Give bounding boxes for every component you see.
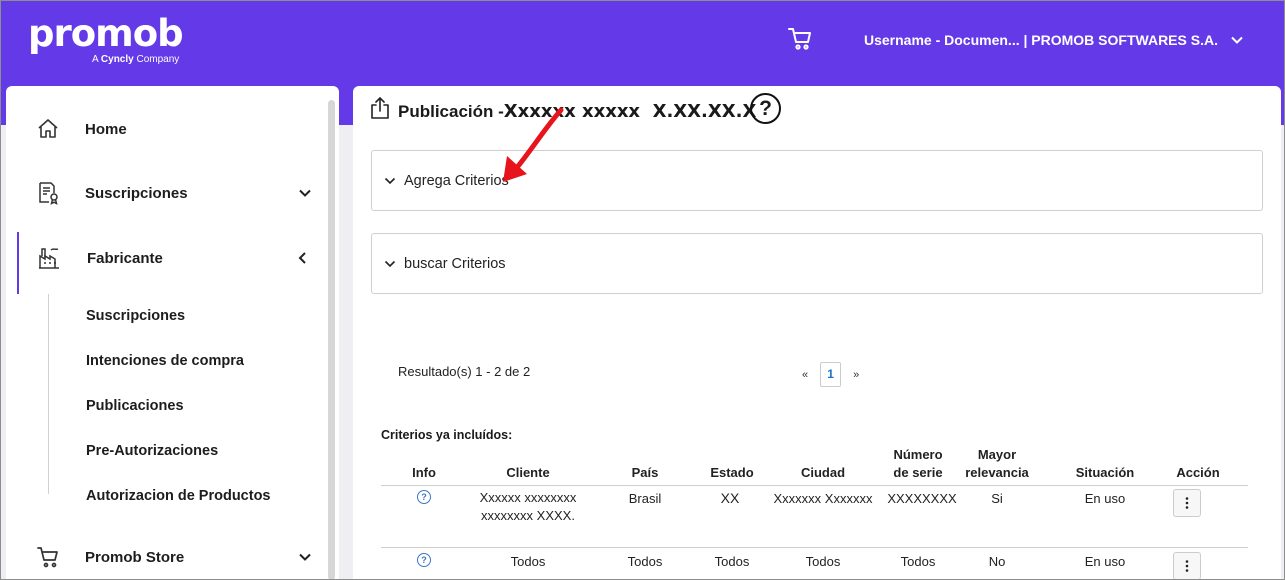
chevron-down-icon — [384, 177, 396, 185]
sidebar-item-label: Promob Store — [85, 548, 185, 566]
subscription-document-icon — [39, 182, 58, 205]
cell-estado: XX — [720, 490, 740, 506]
logo-subtitle: A Cyncly Company — [92, 54, 180, 65]
col-header-mayor-relevancia: Mayor relevancia — [965, 447, 1029, 480]
chevron-down-icon — [384, 260, 396, 268]
cell-pais: Todos — [627, 554, 663, 569]
submenu-item-pre-autorizaciones[interactable]: Pre-Autorizaciones — [86, 443, 218, 459]
submenu-item-autorizacion-de-productos[interactable]: Autorizacion de Productos — [86, 488, 271, 504]
cell-numero-serie: XXXXXXXX — [887, 491, 957, 506]
sidebar-scrollbar[interactable] — [328, 100, 335, 580]
cell-numero-serie: Todos — [900, 554, 936, 569]
submenu-item-publicaciones[interactable]: Publicaciones — [86, 398, 184, 414]
row-action-menu-button[interactable] — [1173, 552, 1201, 580]
col-header-pais: País — [631, 465, 659, 480]
factory-icon — [39, 248, 59, 269]
col-header-ciudad: Ciudad — [800, 465, 846, 480]
info-icon[interactable]: ? — [417, 490, 431, 504]
share-upload-icon — [371, 97, 389, 119]
chevron-down-icon — [299, 553, 311, 561]
cell-pais: Brasil — [628, 491, 662, 506]
results-count: Resultado(s) 1 - 2 de 2 — [398, 364, 531, 379]
col-header-estado: Estado — [710, 465, 754, 480]
sidebar-item-label: Home — [85, 120, 127, 138]
col-header-situacion: Situación — [1075, 465, 1135, 480]
page-title: Publicación -Xxxxxx xxxxx X.XX.XX.X — [398, 101, 757, 122]
help-icon[interactable]: ? — [750, 93, 781, 124]
home-icon — [38, 119, 58, 138]
table-row-divider — [381, 547, 1248, 548]
cell-ciudad: Xxxxxxx Xxxxxxx — [773, 491, 873, 506]
promob-logo[interactable]: promob A Cyncly Company — [28, 12, 184, 66]
submenu-item-suscripciones[interactable]: Suscripciones — [86, 308, 185, 324]
info-icon[interactable]: ? — [417, 553, 431, 567]
row-action-menu-button[interactable] — [1173, 489, 1201, 517]
col-header-info: Info — [412, 465, 436, 480]
accordion-label: buscar Criterios — [404, 256, 506, 272]
pagination-next[interactable]: » — [853, 369, 859, 381]
accordion-agrega-criterios[interactable]: Agrega Criterios — [371, 150, 1263, 211]
sidebar-item-label: Suscripciones — [85, 184, 188, 202]
chevron-down-icon — [299, 189, 311, 197]
col-header-accion: Acción — [1176, 465, 1220, 480]
pagination: « 1 » — [802, 362, 859, 387]
criteria-section-title: Criterios ya incluídos: — [381, 428, 513, 442]
publication-name: Xxxxxx xxxxx X.XX.XX.X — [503, 101, 757, 122]
cell-situacion: En uso — [1084, 491, 1126, 506]
table-header-divider — [381, 485, 1248, 486]
user-menu[interactable]: Username - Documen... | PROMOB SOFTWARES… — [864, 32, 1244, 48]
kebab-menu-icon — [1185, 560, 1189, 572]
sidebar-item-label: Fabricante — [87, 249, 163, 267]
sidebar-item-fabricante[interactable]: Fabricante — [6, 236, 326, 280]
submenu-guide-line — [48, 294, 49, 494]
pagination-prev[interactable]: « — [802, 369, 808, 381]
submenu-item-intenciones-de-compra[interactable]: Intenciones de compra — [86, 353, 244, 369]
chevron-down-icon — [1231, 36, 1243, 44]
accordion-buscar-criterios[interactable]: buscar Criterios — [371, 233, 1263, 294]
sidebar-item-suscripciones[interactable]: Suscripciones — [6, 171, 326, 215]
cell-estado: Todos — [714, 554, 750, 569]
cell-ciudad: Todos — [805, 554, 841, 569]
sidebar-item-promob-store[interactable]: Promob Store — [6, 535, 326, 579]
sidebar: Home Suscripciones Fabricante Suscripcio… — [6, 86, 339, 580]
col-header-numero-serie: Número de serie — [893, 447, 943, 480]
sidebar-item-home[interactable]: Home — [6, 107, 326, 151]
kebab-menu-icon — [1185, 497, 1189, 509]
cell-situacion: En uso — [1084, 554, 1126, 569]
cell-cliente: Todos — [510, 554, 546, 569]
user-label: Username - Documen... | PROMOB SOFTWARES… — [864, 32, 1218, 48]
cart-icon — [37, 547, 58, 568]
logo-text: promob — [28, 12, 184, 55]
col-header-cliente: Cliente — [506, 465, 550, 480]
chevron-left-icon — [298, 252, 306, 264]
cell-mayor-relevancia: Si — [991, 491, 1003, 506]
pagination-page-1[interactable]: 1 — [820, 362, 842, 387]
cell-mayor-relevancia: No — [988, 554, 1006, 569]
cart-icon[interactable] — [787, 26, 813, 52]
cell-cliente: Xxxxxx xxxxxxxx xxxxxxxx XXXX. — [479, 490, 577, 523]
main-panel: Publicación -Xxxxxx xxxxx X.XX.XX.X ? Ag… — [353, 86, 1281, 580]
accordion-label: Agrega Criterios — [404, 173, 509, 189]
